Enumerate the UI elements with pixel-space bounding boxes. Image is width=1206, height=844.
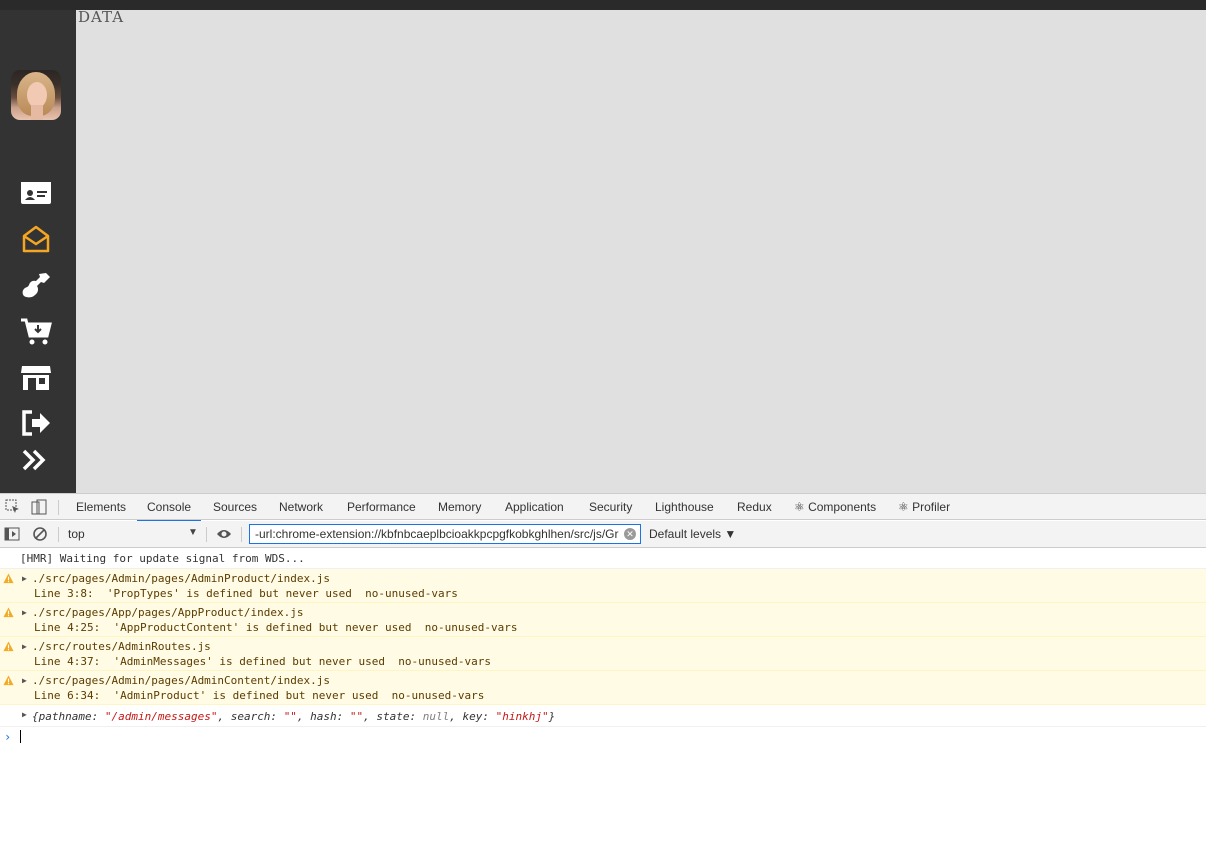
tab-network[interactable]: Network	[279, 494, 323, 520]
context-selector[interactable]: top	[68, 527, 85, 541]
expand-triangle-icon[interactable]: ▶	[22, 574, 27, 583]
warning-file[interactable]: ./src/pages/Admin/pages/AdminProduct/ind…	[32, 572, 330, 585]
chevron-down-icon[interactable]: ▼	[188, 527, 198, 538]
tab-sources[interactable]: Sources	[213, 494, 257, 520]
console-warning: ▶ ./src/routes/AdminRoutes.js Line 4:37:…	[0, 637, 1206, 671]
tab-console[interactable]: Console	[137, 494, 202, 522]
toolbar-divider	[58, 527, 59, 542]
guitar-icon[interactable]	[20, 272, 52, 300]
expand-triangle-icon[interactable]: ▶	[22, 608, 27, 617]
tab-lighthouse[interactable]: Lighthouse	[655, 494, 714, 520]
warning-detail: Line 6:34: 'AdminProduct' is defined but…	[34, 689, 485, 702]
prompt-chevron-icon: ›	[4, 730, 12, 744]
cart-plus-icon[interactable]	[20, 318, 52, 346]
console-warning: ▶ ./src/pages/Admin/pages/AdminProduct/i…	[0, 569, 1206, 603]
tab-elements[interactable]: Elements	[76, 494, 126, 520]
window-top-bar	[0, 0, 1206, 10]
object-preview[interactable]: {pathname: "/admin/messages", search: ""…	[32, 710, 555, 723]
object-pathname: "/admin/messages"	[104, 710, 218, 723]
warning-detail: Line 4:37: 'AdminMessages' is defined bu…	[34, 655, 491, 668]
warning-icon	[3, 573, 14, 584]
object-hash: ""	[349, 710, 364, 723]
console-filter-input[interactable]: -url:chrome-extension://kbfnbcaeplbcioak…	[249, 524, 641, 544]
console-warning: ▶ ./src/pages/App/pages/AppProduct/index…	[0, 603, 1206, 637]
clear-filter-icon[interactable]: ✕	[624, 528, 636, 540]
object-sep: , state:	[363, 710, 423, 723]
id-card-icon[interactable]	[20, 179, 52, 207]
object-sep: , hash:	[296, 710, 350, 723]
avatar-neck	[31, 105, 43, 120]
console-input-caret[interactable]	[20, 730, 21, 743]
warning-icon	[3, 641, 14, 652]
object-state: null	[422, 710, 450, 723]
object-sep: , key:	[449, 710, 496, 723]
tab-performance[interactable]: Performance	[347, 494, 416, 520]
clear-console-icon[interactable]	[32, 526, 48, 542]
tab-application[interactable]: Application	[505, 494, 564, 520]
message-text: [HMR] Waiting for update signal from WDS…	[20, 552, 305, 565]
warning-file[interactable]: ./src/pages/Admin/pages/AdminContent/ind…	[32, 674, 330, 687]
console-output: [HMR] Waiting for update signal from WDS…	[0, 548, 1206, 844]
expand-triangle-icon[interactable]: ▶	[22, 642, 27, 651]
sidebar-toggle-icon[interactable]	[4, 526, 20, 542]
envelope-open-icon[interactable]	[20, 225, 52, 253]
sign-out-icon[interactable]	[20, 409, 52, 437]
object-sep: , search:	[217, 710, 284, 723]
log-levels-dropdown[interactable]: Default levels ▼	[649, 527, 736, 541]
tab-redux[interactable]: Redux	[737, 494, 772, 520]
warning-detail: Line 4:25: 'AppProductContent' is define…	[34, 621, 518, 634]
tab-components[interactable]: ⚛ Components	[794, 494, 876, 520]
expand-triangle-icon[interactable]: ▶	[22, 710, 27, 719]
object-open: {pathname:	[32, 710, 105, 723]
warning-icon	[3, 675, 14, 686]
warning-detail: Line 3:8: 'PropTypes' is defined but nev…	[34, 587, 458, 600]
filter-text: -url:chrome-extension://kbfnbcaeplbcioak…	[255, 527, 619, 541]
tab-security[interactable]: Security	[589, 494, 632, 520]
console-message: [HMR] Waiting for update signal from WDS…	[0, 548, 1206, 569]
live-expression-eye-icon[interactable]	[216, 526, 232, 542]
console-prompt-row[interactable]: ›	[0, 727, 1206, 749]
console-object-message: ▶ {pathname: "/admin/messages", search: …	[0, 705, 1206, 727]
warning-icon	[3, 607, 14, 618]
toolbar-divider	[241, 527, 242, 542]
expand-triangle-icon[interactable]: ▶	[22, 676, 27, 685]
avatar[interactable]	[11, 70, 61, 120]
warning-file[interactable]: ./src/pages/App/pages/AppProduct/index.j…	[32, 606, 304, 619]
devtools-tab-bar: Elements Console Sources Network Perform…	[0, 493, 1206, 522]
tab-memory[interactable]: Memory	[438, 494, 481, 520]
tab-profiler[interactable]: ⚛ Profiler	[898, 494, 950, 520]
inspect-element-icon[interactable]	[5, 499, 21, 515]
device-toolbar-icon[interactable]	[31, 499, 47, 515]
toolbar-divider	[206, 527, 207, 542]
store-icon[interactable]	[20, 364, 52, 392]
console-toolbar: top ▼ -url:chrome-extension://kbfnbcaepl…	[0, 521, 1206, 548]
object-close: }	[548, 710, 556, 723]
double-chevron-right-icon[interactable]	[20, 446, 52, 474]
object-search: ""	[283, 710, 297, 723]
object-key: "hinkhj"	[495, 710, 549, 723]
console-warning: ▶ ./src/pages/Admin/pages/AdminContent/i…	[0, 671, 1206, 705]
sidebar	[0, 10, 76, 493]
warning-file[interactable]: ./src/routes/AdminRoutes.js	[32, 640, 211, 653]
page-title: DATA	[78, 8, 125, 26]
toolbar-divider	[58, 500, 59, 515]
main-content: DATA	[76, 8, 1206, 493]
